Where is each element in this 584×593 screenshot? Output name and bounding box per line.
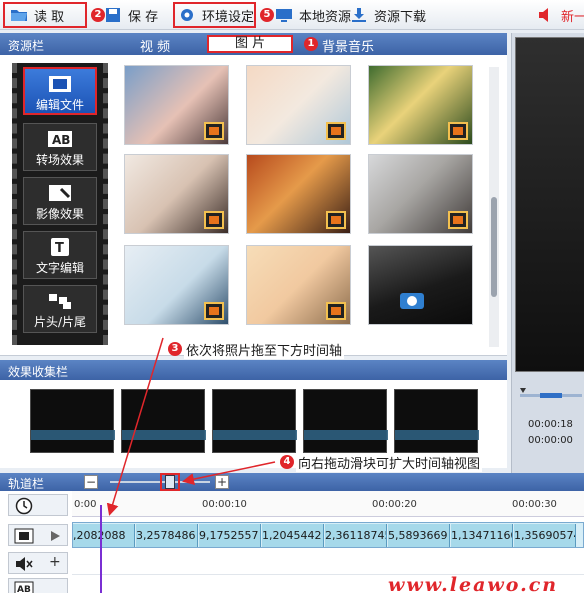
annotation-arrows (106, 337, 276, 516)
watermark: www.leawo.cn (388, 574, 559, 593)
annotation-badge-4: 4 (280, 455, 294, 469)
annotation-slider-hint: 向右拖动滑块可扩大时间轴视图 (296, 453, 483, 472)
annotation-badge-3: 3 (168, 342, 182, 356)
annotation-drag-photos: 依次将照片拖至下方时间轴 (184, 340, 345, 359)
app-window: 读 取 2 保 存 环境设定 5 本地资源 资源下载 新一 资源栏 视 频 图 … (0, 0, 584, 593)
